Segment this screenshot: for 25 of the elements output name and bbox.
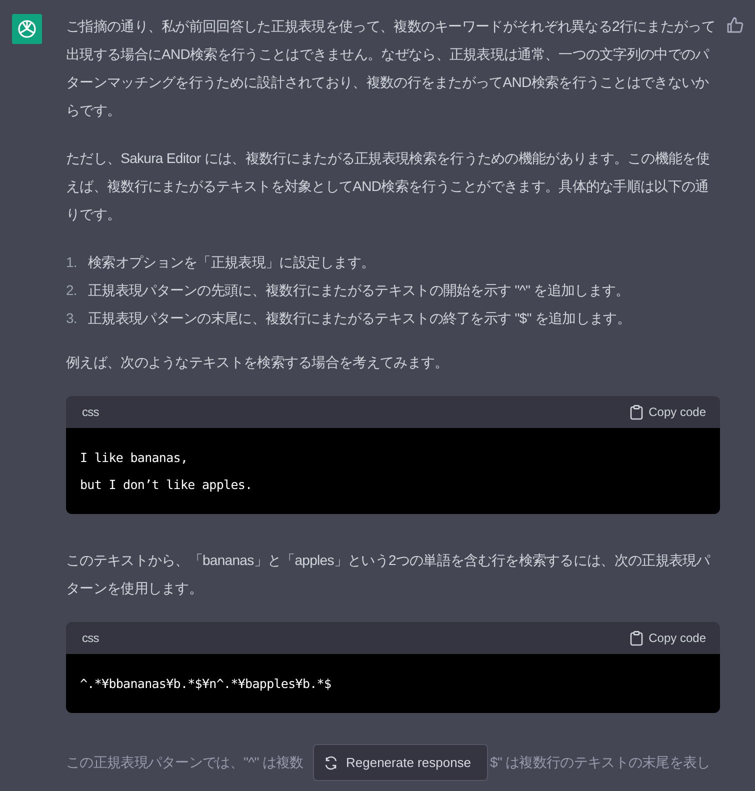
paragraph: 例えば、次のようなテキストを検索する場合を考えてみます。 — [66, 353, 450, 372]
assistant-avatar-icon — [12, 14, 42, 44]
list-number: 3. — [66, 309, 78, 328]
list-number: 2. — [66, 281, 78, 300]
clipboard-icon — [630, 404, 643, 420]
copy-code-button[interactable]: Copy code — [630, 404, 706, 420]
code-language: css — [82, 630, 99, 646]
regenerate-response-button[interactable]: Regenerate response — [313, 744, 488, 781]
code-line: I like bananas, — [80, 449, 189, 467]
clipboard-icon — [630, 630, 643, 646]
copy-code-button[interactable]: Copy code — [630, 630, 706, 646]
code-line: ^.*¥bbananas¥b.*$¥n^.*¥bapples¥b.*$ — [80, 675, 332, 693]
refresh-icon — [324, 756, 338, 770]
faded-text: $" は複数行のテキストの末尾を表し — [490, 753, 710, 772]
list-item-text: 検索オプションを「正規表現」に設定します。 — [88, 253, 375, 272]
code-line: but I don’t like apples. — [80, 476, 254, 494]
code-language: css — [82, 404, 99, 420]
list-item-text: 正規表現パターンの先頭に、複数行にまたがるテキストの開始を示す "^" を追加します。 — [88, 281, 630, 300]
list-item-text: 正規表現パターンの末尾に、複数行にまたがるテキストの終了を示す "$" を追加します。 — [88, 309, 630, 328]
paragraph: ただし、Sakura Editor には、複数行にまたがる正規表現検索を行うための機能があります。この機能を使えば、複数行にまたがるテキストを対象としてAND検索を行うことができます。具体的な手順は以下の通りです。 — [66, 149, 710, 224]
faded-text: この正規表現パターンでは、"^" は複数 — [66, 753, 304, 772]
thumbs-up-icon[interactable] — [726, 16, 744, 34]
list-number: 1. — [66, 253, 78, 272]
paragraph: このテキストから、「bananas」と「apples」という2つの単語を含む行を検索するには、次の正規表現パターンを使用します。 — [66, 551, 712, 598]
paragraph: ご指摘の通り、私が前回回答した正規表現を使って、複数のキーワードがそれぞれ異なる2行にまたがって出現する場合にAND検索を行うことはできません。なぜなら、正規表現は通常、一つの文字列の中でのパターンマッチングを行うために設計されており、複数の行をまたがってAND検索を行うことはできないからです。 — [66, 17, 716, 120]
